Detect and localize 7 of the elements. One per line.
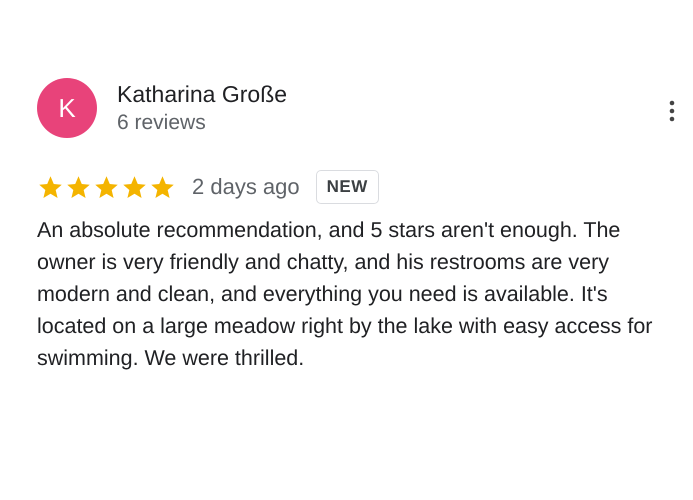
review-date: 2 days ago	[192, 174, 300, 200]
reviewer-name[interactable]: Katharina Große	[117, 79, 669, 109]
review-text: An absolute recommendation, and 5 stars aren't enough. The owner is very friendly and chatty, and his restrooms are very modern and clean, and everything you need is available. It's located on a large meadow right by the lake with easy access for swimming. We were thrilled.	[37, 217, 654, 372]
review-count: 6 reviews	[117, 110, 207, 136]
avatar[interactable]: K	[37, 78, 97, 138]
more-options-icon[interactable]	[669, 100, 675, 122]
new-badge: NEW	[316, 170, 379, 204]
